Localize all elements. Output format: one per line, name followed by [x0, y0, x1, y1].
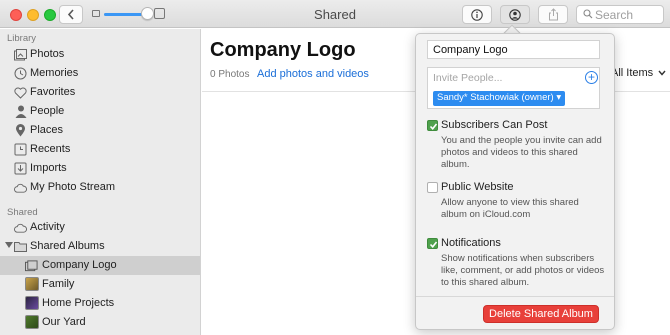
info-button[interactable] [462, 5, 492, 24]
sidebar-item-label: Imports [30, 162, 67, 174]
sidebar: Library Photos Memories Favorites People… [0, 29, 201, 335]
sidebar-item-label: Activity [30, 221, 65, 233]
filter-label: All Items [611, 67, 654, 79]
subscribers-can-post-checkbox[interactable] [427, 120, 438, 131]
sidebar-item-label: Home Projects [42, 297, 115, 309]
checkmark-icon [429, 241, 438, 249]
library-section-header: Library [7, 33, 37, 44]
sidebar-item-people[interactable]: People [0, 102, 200, 121]
sidebar-item-memories[interactable]: Memories [0, 64, 200, 83]
notifications-checkbox[interactable] [427, 238, 438, 249]
info-icon [471, 8, 483, 21]
sidebar-item-label: People [30, 105, 65, 117]
shared-album-popover: Company Logo Invite People... + Sandy* S… [415, 33, 615, 330]
window-title: Shared [314, 7, 356, 22]
invite-placeholder: Invite People... [433, 72, 503, 84]
share-icon [548, 8, 558, 21]
sidebar-item-label: My Photo Stream [30, 181, 115, 193]
option-title: Notifications [441, 237, 501, 249]
sidebar-item-shared-albums[interactable]: Shared Albums [0, 237, 200, 256]
sidebar-item-label: Family [42, 278, 75, 290]
sidebar-item-label: Photos [30, 48, 65, 60]
option-description: Show notifications when subscribers like… [441, 253, 605, 288]
shared-section-header: Shared [7, 207, 38, 218]
sidebar-item-imports[interactable]: Imports [0, 159, 200, 178]
sidebar-item-my-photo-stream[interactable]: My Photo Stream [0, 178, 200, 197]
person-icon [14, 105, 27, 118]
close-window-button[interactable] [10, 9, 22, 21]
photos-icon [14, 48, 27, 61]
photo-count: 0 Photos [210, 69, 250, 80]
sidebar-item-label: Favorites [30, 86, 76, 98]
option-title: Public Website [441, 181, 514, 193]
sidebar-item-family[interactable]: Family [0, 275, 200, 294]
delete-shared-album-button[interactable]: Delete Shared Album [483, 305, 599, 323]
clock-icon [14, 143, 27, 156]
add-photos-link[interactable]: Add photos and videos [257, 68, 369, 80]
chevron-down-icon: ▾ [556, 92, 562, 103]
option-title: Subscribers Can Post [441, 119, 548, 131]
sidebar-item-photos[interactable]: Photos [0, 45, 200, 64]
album-thumbnail [25, 277, 39, 291]
share-button[interactable] [538, 5, 568, 24]
pin-icon [14, 124, 27, 137]
sidebar-item-label: Places [30, 124, 64, 136]
shared-album-icon [25, 259, 38, 272]
title-bar: Shared [0, 0, 670, 28]
memories-icon [14, 67, 27, 80]
sidebar-item-label: Our Yard [42, 316, 86, 328]
add-people-button[interactable] [500, 5, 530, 24]
invitee-name: Sandy* Stachowiak (owner) [437, 92, 554, 103]
search-icon [583, 9, 593, 22]
divider [416, 296, 614, 297]
checkmark-icon [429, 123, 438, 131]
thumbnail-small-icon [92, 10, 100, 17]
sidebar-item-activity[interactable]: Activity [0, 218, 200, 237]
album-title: Company Logo [210, 39, 356, 61]
sidebar-item-label: Memories [30, 67, 79, 79]
option-description: You and the people you invite can add ph… [441, 135, 602, 170]
chevron-down-icon [658, 70, 666, 76]
invitee-token[interactable]: Sandy* Stachowiak (owner) ▾ [433, 91, 566, 106]
person-circle-icon [509, 8, 521, 21]
album-name-field[interactable]: Company Logo [427, 40, 600, 59]
sidebar-item-home-projects[interactable]: Home Projects [0, 294, 200, 313]
minimize-window-button[interactable] [27, 9, 39, 21]
sidebar-item-places[interactable]: Places [0, 121, 200, 140]
sidebar-item-our-yard[interactable]: Our Yard [0, 313, 200, 332]
sidebar-item-label: Shared Albums [30, 240, 105, 252]
sidebar-item-label: Company Logo [42, 259, 117, 271]
back-button[interactable] [59, 5, 83, 24]
album-thumbnail [25, 296, 39, 310]
option-description: Allow anyone to view this shared album o… [441, 197, 579, 220]
zoom-slider-fill [104, 13, 143, 16]
zoom-slider-knob[interactable] [141, 7, 154, 20]
sidebar-item-label: Recents [30, 143, 71, 155]
public-website-checkbox[interactable] [427, 182, 438, 193]
search-field[interactable] [576, 5, 664, 24]
heart-icon [14, 86, 27, 99]
album-thumbnail [25, 315, 39, 329]
folder-icon [14, 240, 27, 253]
import-icon [14, 162, 27, 175]
cloud-icon [14, 221, 27, 234]
zoom-window-button[interactable] [44, 9, 56, 21]
thumbnail-large-icon [154, 8, 165, 19]
add-person-icon[interactable]: + [585, 71, 598, 84]
sidebar-item-recents[interactable]: Recents [0, 140, 200, 159]
sidebar-item-company-logo[interactable]: Company Logo [0, 256, 200, 275]
chevron-left-icon [67, 9, 74, 20]
filter-dropdown[interactable]: All Items [611, 67, 666, 79]
sidebar-item-favorites[interactable]: Favorites [0, 83, 200, 102]
disclosure-triangle-icon[interactable] [5, 242, 13, 248]
search-input[interactable] [595, 7, 661, 22]
cloud-icon [14, 181, 27, 194]
invite-people-field[interactable]: Invite People... + Sandy* Stachowiak (ow… [427, 67, 600, 109]
